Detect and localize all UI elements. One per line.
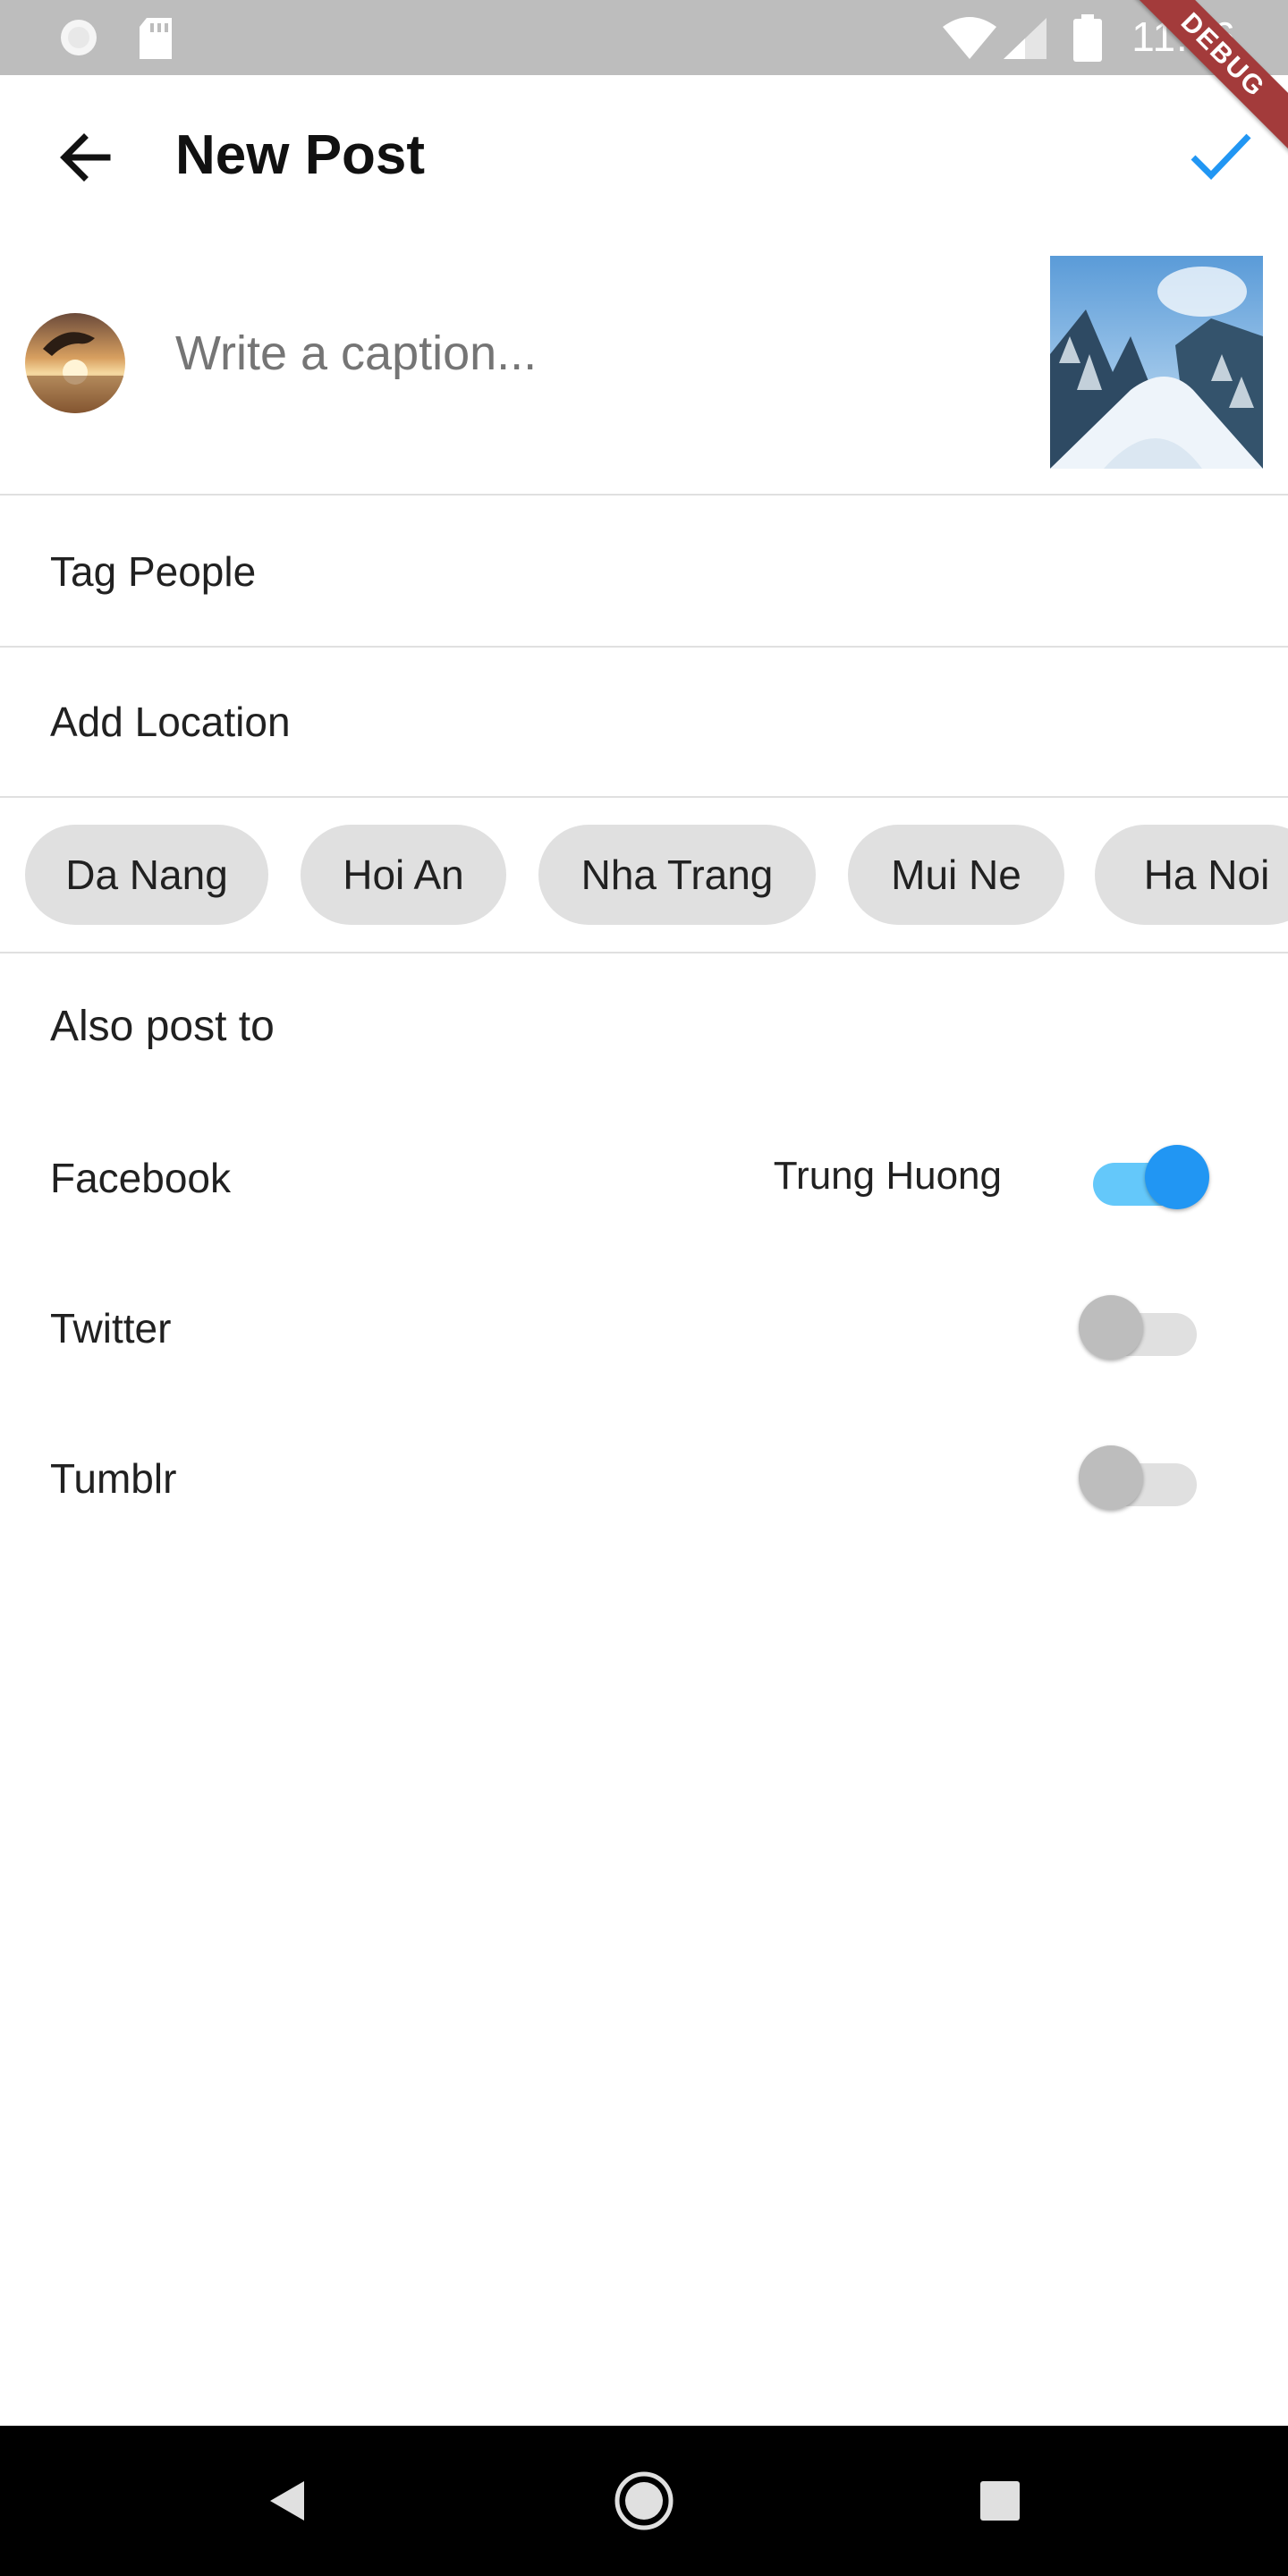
share-row-twitter: Twitter: [0, 1254, 1288, 1404]
system-nav-bar: [0, 2426, 1288, 2576]
share-row-tumblr: Tumblr: [0, 1404, 1288, 1555]
tumblr-toggle[interactable]: [1079, 1442, 1204, 1513]
add-location-row[interactable]: Add Location: [0, 648, 1288, 798]
check-icon[interactable]: [1184, 120, 1256, 191]
share-label: Twitter: [50, 1305, 172, 1352]
tag-people-row[interactable]: Tag People: [0, 497, 1288, 648]
share-label: Facebook: [50, 1155, 232, 1201]
facebook-toggle[interactable]: [1086, 1141, 1211, 1213]
wifi-icon: [943, 17, 996, 59]
twitter-toggle[interactable]: [1079, 1292, 1204, 1363]
app-bar: New Post: [0, 75, 1288, 233]
caption-row: [0, 233, 1288, 496]
also-post-to-title: Also post to: [50, 1003, 275, 1050]
share-row-facebook: Facebook Trung Huong: [0, 1104, 1288, 1254]
nav-home-icon[interactable]: [608, 2465, 680, 2537]
tag-people-label: Tag People: [50, 548, 257, 595]
circle-icon: [61, 20, 97, 55]
location-chip[interactable]: Da Nang: [25, 825, 268, 925]
avatar: [25, 313, 125, 413]
caption-input[interactable]: [175, 326, 980, 381]
location-chip[interactable]: Mui Ne: [848, 825, 1064, 925]
post-image-thumbnail: [1050, 256, 1263, 469]
status-bar: 11:46: [0, 0, 1288, 75]
nav-back-icon[interactable]: [250, 2465, 322, 2537]
share-label: Tumblr: [50, 1455, 177, 1502]
add-location-label: Add Location: [50, 699, 291, 745]
share-account: Trung Huong: [773, 1154, 1002, 1198]
battery-icon: [1073, 14, 1102, 62]
nav-recents-icon[interactable]: [964, 2465, 1036, 2537]
arrow-back-icon[interactable]: [50, 122, 122, 193]
location-chips: Da Nang Hoi An Nha Trang Mui Ne Ha Noi: [0, 796, 1288, 953]
location-chip[interactable]: Hoi An: [301, 825, 506, 925]
signal-icon: [1004, 18, 1046, 59]
sd-card-icon: [140, 18, 172, 59]
location-chip[interactable]: Nha Trang: [538, 825, 816, 925]
location-chip[interactable]: Ha Noi: [1095, 825, 1288, 925]
page-title: New Post: [175, 124, 426, 186]
